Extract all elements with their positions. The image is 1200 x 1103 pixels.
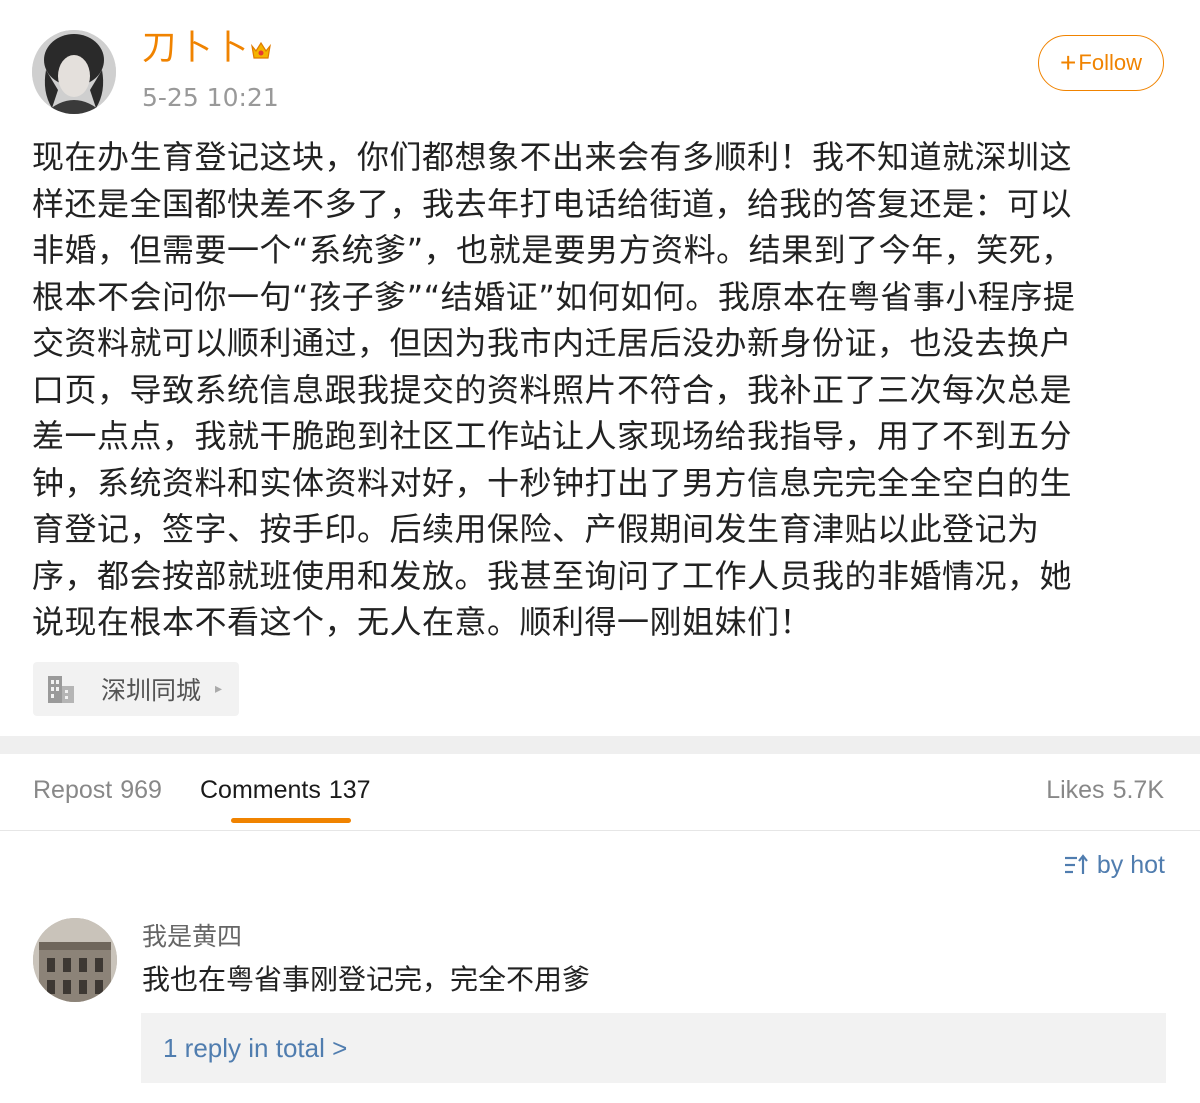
post-text-line: 现在办生育登记这块，你们都想象不出来会有多顺利！我不知道就深圳这 [32,138,1073,176]
crown-icon [251,41,271,59]
avatar-image [33,918,117,1002]
tab-comments[interactable]: Comments 137 [200,776,371,805]
tab-likes-label: Likes [1046,776,1105,804]
commenter-name[interactable]: 我是黄四 [142,920,242,954]
tab-likes-count: 5.7K [1112,776,1164,804]
location-tag[interactable]: 深圳同城 ▸ [33,662,239,716]
follow-button[interactable]: + Follow [1038,35,1164,91]
post-text-line: 序，都会按部就班使用和发放。我甚至询问了工作人员我的非婚情况，她 [32,556,1073,595]
section-divider [0,736,1200,754]
commenter-avatar[interactable] [33,918,117,1002]
avatar-image [32,30,116,114]
tab-comments-count: 137 [328,776,371,804]
post-text-line: 口页，导致系统信息跟我提交的资料照片不符合，我补正了三次每次总是 [32,370,1073,409]
author-name[interactable]: 刀卜卜 [142,28,250,68]
tab-likes[interactable]: Likes 5.7K [1046,776,1164,805]
post-text-line: 育登记，签字、按手印。后续用保险、产假期间发生育津贴以此登记为 [32,510,1040,548]
comment-text: 我也在粤省事刚登记完，完全不用爹 [142,963,591,996]
post-text-line: 根本不会问你一句“孩子爹”“结婚证”如何如何。我原本在粤省事小程序提 [32,277,1076,316]
post-timestamp: 5-25 10:21 [142,83,279,112]
post-text-line: 差一点点，我就干脆跑到社区工作站让人家现场给我指导，用了不到五分 [32,417,1073,455]
post-card: 刀卜卜 5-25 10:21 + Follow 现在办生育登记这块，你们都想象不… [0,0,1200,736]
post-text-line: 非婚，但需要一个“系统爹”，也就是要男方资料。结果到了今年，笑死， [32,231,1074,269]
post-text: 现在办生育登记这块，你们都想象不出来会有多顺利！我不知道就深圳这 样还是全国都快… [32,134,1168,646]
post-text-line: 样还是全国都快差不多了，我去年打电话给街道，给我的答复还是：可以 [32,184,1073,223]
post-text-line: 钟，系统资料和实体资料对好，十秒钟打出了男方信息完完全全空白的生 [32,463,1073,502]
plus-icon: + [1060,47,1077,78]
tab-repost-label: Repost [33,776,113,804]
interaction-tabs: Repost 969 Comments 137 Likes 5.7K [0,754,1200,831]
follow-label: Follow [1078,50,1142,75]
post-text-line: 交资料就可以顺利通过，但因为我市内迁居后没办新身份证，也没去换户 [32,324,1073,362]
author-avatar[interactable] [32,30,116,114]
tab-repost-count: 969 [120,776,162,804]
post-text-line: 说现在根本不看这个，无人在意。顺利得一刚姐妹们！ [32,603,813,641]
tab-comments-label: Comments [200,776,321,804]
replies-summary: 1 reply in total > [163,1032,348,1063]
building-icon [48,676,74,703]
replies-link[interactable]: 1 reply in total > [141,1013,1166,1083]
active-tab-indicator [231,818,351,823]
location-label: 深圳同城 [101,676,202,705]
chevron-right-icon: ▸ [215,681,223,697]
sort-toggle[interactable]: by hot [1063,848,1165,882]
sort-icon [1064,854,1088,874]
tab-repost[interactable]: Repost 969 [33,776,162,805]
sort-label: by hot [1096,850,1165,879]
